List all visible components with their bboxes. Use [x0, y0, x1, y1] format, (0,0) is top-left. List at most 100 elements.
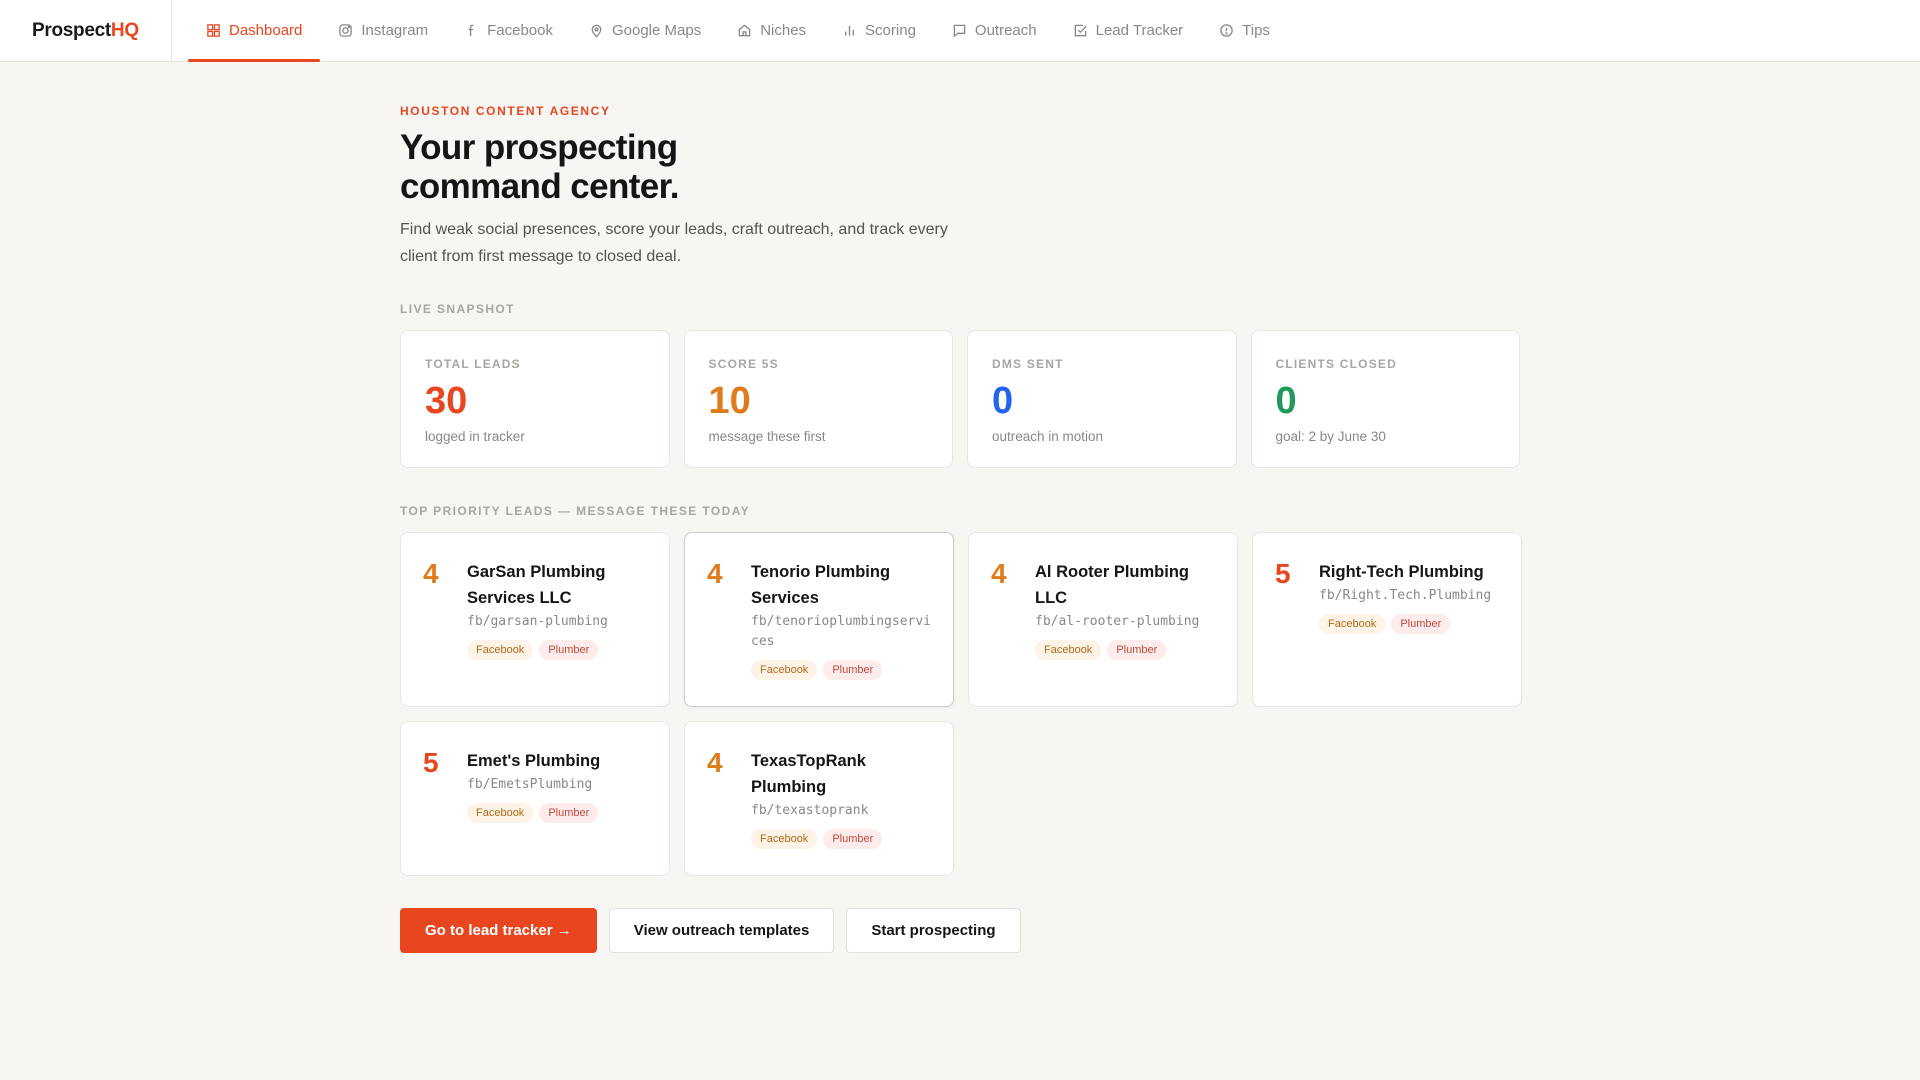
nav-tab-label: Outreach	[974, 22, 1037, 39]
stat-card-score-5s: SCORE 5S 10 message these first	[683, 330, 953, 468]
grid-icon	[206, 23, 221, 38]
stat-label: TOTAL LEADS	[425, 357, 521, 371]
brand-name-hq: HQ	[110, 19, 139, 41]
lead-tags: Facebook Plumber	[1035, 640, 1215, 660]
lead-tag-plumber: Plumber	[539, 640, 599, 660]
lead-score: 4	[707, 558, 723, 589]
lead-tag-facebook: Facebook	[1319, 614, 1386, 634]
lead-details: Tenorio Plumbing Services fb/tenorioplumb…	[751, 559, 931, 680]
lead-tag-facebook: Facebook	[751, 829, 818, 849]
lead-tag-facebook: Facebook	[467, 640, 534, 660]
stat-card-clients-closed: CLIENTS CLOSED 0 goal: 2 by June 30	[1250, 330, 1520, 468]
message-icon	[952, 23, 967, 38]
nav-tab-scoring[interactable]: Scoring	[824, 0, 934, 61]
nav-tab-instagram[interactable]: Instagram	[320, 0, 446, 61]
nav-tab-label: Instagram	[361, 22, 429, 39]
lead-score: 4	[423, 558, 439, 589]
lead-card[interactable]: 4 Tenorio Plumbing Services fb/tenorioplum…	[684, 532, 954, 707]
lead-handle: fb/garsan-plumbing	[467, 614, 608, 629]
view-outreach-templates-button[interactable]: View outreach templates	[608, 908, 835, 953]
lead-tags: Facebook Plumber	[467, 803, 647, 823]
priority-leads-label: TOP PRIORITY LEADS — MESSAGE THESE TODAY	[400, 504, 751, 518]
lead-tag-plumber: Plumber	[1391, 614, 1451, 634]
nav-tab-label: Scoring	[865, 22, 916, 39]
stat-value: 10	[708, 380, 751, 422]
lead-name: TexasTopRank Plumbing	[751, 752, 866, 796]
lead-handle: fb/EmetsPlumbing	[467, 777, 593, 792]
stat-caption: logged in tracker	[425, 429, 525, 444]
lead-tags: Facebook Plumber	[1319, 614, 1499, 634]
lead-tag-facebook: Facebook	[1035, 640, 1102, 660]
nav-tab-label: Lead Tracker	[1095, 22, 1184, 39]
nav-tab-label: Google Maps	[611, 22, 702, 39]
lead-tags: Facebook Plumber	[751, 829, 931, 849]
home-icon	[737, 23, 752, 38]
stat-caption: message these first	[708, 429, 826, 444]
page-title: Your prospecting command center.	[400, 128, 679, 206]
lead-details: Emet's Plumbing fb/EmetsPlumbing Facebook P…	[467, 748, 647, 849]
lead-handle: fb/Right.Tech.Plumbing	[1319, 588, 1492, 603]
nav-tab-label: Dashboard	[229, 22, 303, 39]
nav-tab-label: Tips	[1242, 22, 1270, 39]
brand-logo[interactable]: Prospect HQ	[0, 0, 172, 61]
lead-name: Right-Tech Plumbing	[1319, 563, 1484, 581]
info-icon	[1219, 23, 1234, 38]
nav-tab-niches[interactable]: Niches	[719, 0, 824, 61]
lead-card[interactable]: 4 TexasTopRank Plumbing fb/texastoprank Fac…	[684, 721, 954, 876]
nav-tab-facebook[interactable]: Facebook	[446, 0, 571, 61]
lead-details: TexasTopRank Plumbing fb/texastoprank Face…	[751, 748, 931, 849]
nav-tab-label: Niches	[760, 22, 807, 39]
map-pin-icon	[589, 23, 604, 38]
lead-details: Al Rooter Plumbing LLC fb/al-rooter-plumb…	[1035, 559, 1215, 680]
lead-name: Emet's Plumbing	[467, 752, 601, 770]
main-nav: Dashboard Instagram Facebook Google Maps Nic…	[172, 0, 1288, 62]
lead-card[interactable]: 5 Emet's Plumbing fb/EmetsPlumbing Facebook…	[400, 721, 670, 876]
nav-tab-google-maps[interactable]: Google Maps	[571, 0, 719, 61]
nav-tab-dashboard[interactable]: Dashboard	[188, 0, 321, 62]
bar-chart-icon	[842, 23, 857, 38]
dashboard-main: HOUSTON CONTENT AGENCY Your prospecting …	[400, 62, 1522, 953]
stat-value: 0	[992, 380, 1014, 422]
live-snapshot-label: LIVE SNAPSHOT	[400, 302, 515, 316]
action-buttons: Go to lead tracker → View outreach templ…	[400, 908, 1520, 953]
lead-card[interactable]: 4 GarSan Plumbing Services LLC fb/garsan-p…	[400, 532, 670, 707]
top-navigation-bar: Prospect HQ Dashboard Instagram Facebook Goo…	[0, 0, 1920, 62]
lead-details: Right-Tech Plumbing fb/Right.Tech.Plumbin…	[1319, 559, 1499, 680]
stat-label: SCORE 5S	[708, 357, 779, 371]
lead-name: Tenorio Plumbing Services	[751, 563, 891, 607]
priority-leads-grid: 4 GarSan Plumbing Services LLC fb/garsan-p…	[400, 532, 1522, 876]
lead-tags: Facebook Plumber	[751, 660, 931, 680]
lead-score: 5	[423, 747, 439, 778]
nav-tab-outreach[interactable]: Outreach	[934, 0, 1055, 61]
lead-handle: fb/al-rooter-plumbing	[1035, 614, 1200, 629]
lead-card[interactable]: 5 Right-Tech Plumbing fb/Right.Tech.Plumbi…	[1252, 532, 1522, 707]
lead-score: 5	[1275, 558, 1291, 589]
lead-details: GarSan Plumbing Services LLC fb/garsan-pl…	[467, 559, 647, 680]
stats-row: TOTAL LEADS 30 logged in tracker SCORE 5S 10…	[400, 330, 1520, 468]
stat-label: DMS SENT	[992, 357, 1064, 371]
lead-handle: fb/texastoprank	[751, 803, 869, 818]
lead-tag-facebook: Facebook	[751, 660, 818, 680]
nav-tab-tips[interactable]: Tips	[1201, 0, 1288, 61]
stat-label: CLIENTS CLOSED	[1275, 357, 1397, 371]
stat-value: 30	[425, 380, 468, 422]
lead-card[interactable]: 4 Al Rooter Plumbing LLC fb/al-rooter-plum…	[968, 532, 1238, 707]
go-to-lead-tracker-button[interactable]: Go to lead tracker →	[400, 908, 597, 953]
lead-tags: Facebook Plumber	[467, 640, 647, 660]
start-prospecting-button[interactable]: Start prospecting	[846, 908, 1021, 953]
page-description: Find weak social presences, score your l…	[400, 221, 948, 265]
agency-eyebrow: HOUSTON CONTENT AGENCY	[400, 104, 611, 118]
lead-tag-plumber: Plumber	[823, 829, 883, 849]
stat-caption: outreach in motion	[992, 429, 1104, 444]
lead-tag-plumber: Plumber	[539, 803, 599, 823]
instagram-icon	[338, 23, 353, 38]
stat-value: 0	[1275, 380, 1297, 422]
stat-card-total-leads: TOTAL LEADS 30 logged in tracker	[400, 330, 670, 468]
stat-card-dms-sent: DMS SENT 0 outreach in motion	[967, 330, 1237, 468]
lead-name: Al Rooter Plumbing LLC	[1035, 563, 1189, 607]
nav-tab-lead-tracker[interactable]: Lead Tracker	[1055, 0, 1202, 61]
brand-name-prospect: Prospect	[32, 19, 111, 41]
lead-name: GarSan Plumbing Services LLC	[467, 563, 606, 607]
nav-tab-label: Facebook	[487, 22, 553, 39]
lead-handle: fb/tenorioplumbingservices	[751, 614, 932, 649]
